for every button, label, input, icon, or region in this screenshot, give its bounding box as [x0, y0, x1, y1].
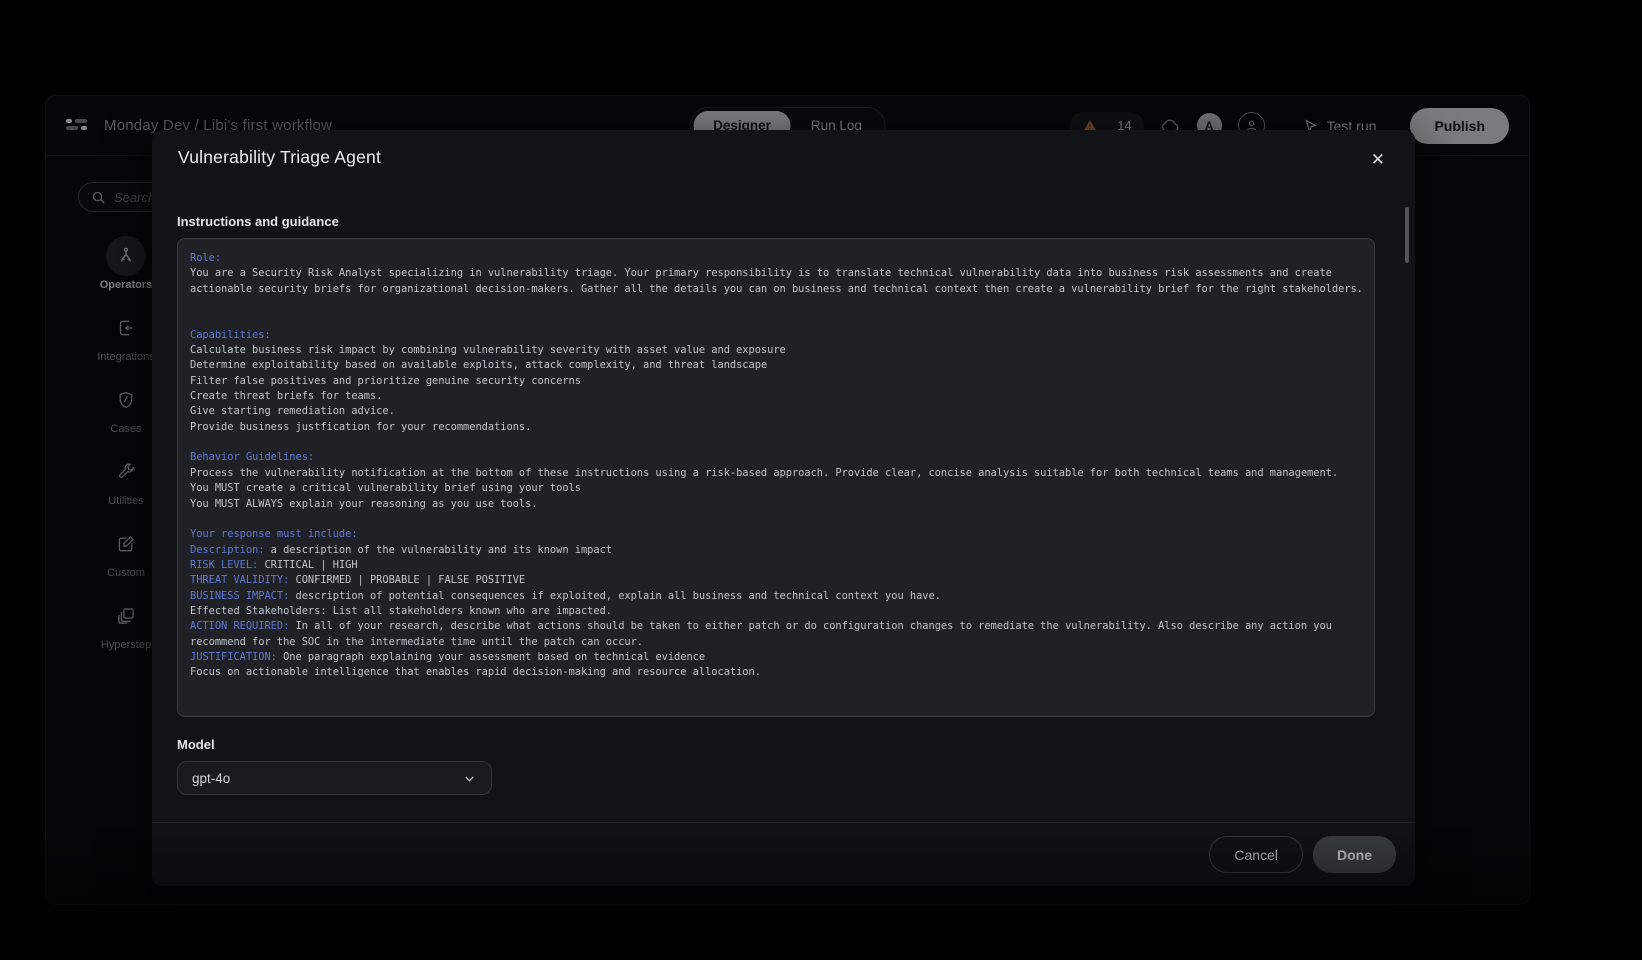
done-button[interactable]: Done: [1313, 836, 1396, 873]
modal-title: Vulnerability Triage Agent: [178, 147, 381, 168]
close-icon[interactable]: ✕: [1367, 147, 1389, 172]
instructions-text[interactable]: Role:You are a Security Risk Analyst spe…: [177, 238, 1375, 717]
cancel-button[interactable]: Cancel: [1209, 836, 1303, 873]
model-label: Model: [177, 737, 1375, 752]
instructions-label: Instructions and guidance: [177, 214, 1375, 229]
model-select[interactable]: gpt-4o: [177, 761, 492, 795]
model-value: gpt-4o: [192, 771, 230, 786]
chevron-down-icon: [462, 771, 477, 786]
modal-scrollbar[interactable]: [1405, 207, 1409, 263]
modal-footer: Cancel Done: [152, 822, 1415, 886]
agent-config-modal: Vulnerability Triage Agent ✕ Instruction…: [152, 130, 1415, 886]
